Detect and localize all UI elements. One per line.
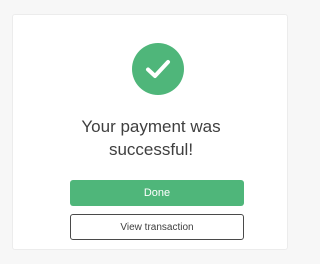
- view-transaction-button[interactable]: View transaction: [70, 214, 244, 240]
- done-button[interactable]: Done: [70, 180, 244, 206]
- success-message: Your payment was successful!: [13, 115, 289, 161]
- checkmark-icon: [146, 60, 170, 78]
- payment-success-dialog: Your payment was successful! Done View t…: [12, 14, 288, 250]
- success-message-line-2: successful!: [108, 140, 194, 159]
- success-message-line-1: Your payment was: [81, 117, 221, 136]
- check-circle-icon: [132, 43, 184, 95]
